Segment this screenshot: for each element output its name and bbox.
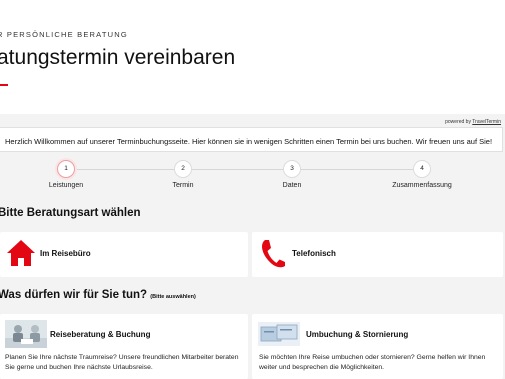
step-termin[interactable]: 2 Termin <box>143 160 223 189</box>
consultation-photo-icon <box>5 320 47 348</box>
service-description: Sie möchten Ihre Reise umbuchen oder sto… <box>259 354 486 371</box>
step-label: Daten <box>282 182 302 189</box>
step-label: Termin <box>172 182 194 189</box>
option-im-reisebuero[interactable]: Im Reisebüro <box>0 232 248 277</box>
step-number: 4 <box>413 160 431 178</box>
tickets-photo-icon <box>258 322 300 346</box>
step-leistungen[interactable]: 1 Leistungen <box>26 160 106 189</box>
page-title: atungstermin vereinbaren <box>0 46 236 69</box>
services-heading-text: Was dürfen wir für Sie tun? <box>0 289 148 301</box>
option-telefonisch[interactable]: Telefonisch <box>252 232 503 277</box>
powered-by-link[interactable]: TravelTermin <box>472 119 501 125</box>
services-hint: (Bitte auswählen) <box>150 294 196 300</box>
step-label: Zusammenfassung <box>392 182 452 189</box>
option-label: Im Reisebüro <box>40 249 91 258</box>
service-title: Reiseberatung & Buchung <box>50 330 151 339</box>
step-number: 3 <box>283 160 301 178</box>
progress-line <box>66 169 423 170</box>
house-icon <box>7 240 35 266</box>
step-daten[interactable]: 3 Daten <box>252 160 332 189</box>
powered-by: powered by TravelTermin <box>445 119 501 125</box>
powered-by-prefix: powered by <box>445 119 471 125</box>
step-zusammenfassung[interactable]: 4 Zusammenfassung <box>382 160 462 189</box>
service-reiseberatung[interactable]: Reiseberatung & Buchung Planen Sie Ihre … <box>0 314 248 379</box>
service-umbuchung[interactable]: Umbuchung & Stornierung Sie möchten Ihre… <box>252 314 503 379</box>
title-accent-line <box>0 84 8 86</box>
option-label: Telefonisch <box>292 249 336 258</box>
booking-widget: powered by TravelTermin Herzlich Willkom… <box>0 114 505 379</box>
progress-steps: 1 Leistungen 2 Termin 3 Daten 4 Zusammen… <box>0 160 505 194</box>
service-title: Umbuchung & Stornierung <box>306 330 409 339</box>
services-heading: Was dürfen wir für Sie tun? (Bitte auswä… <box>0 289 196 301</box>
step-number: 1 <box>57 160 75 178</box>
step-label: Leistungen <box>48 182 84 189</box>
page-eyebrow: R PERSÖNLICHE BERATUNG <box>0 30 128 39</box>
phone-icon <box>262 240 285 268</box>
step-number: 2 <box>174 160 192 178</box>
consult-type-heading: Bitte Beratungsart wählen <box>0 207 141 219</box>
service-description: Planen Sie Ihre nächste Traumreise? Unse… <box>5 354 239 371</box>
welcome-banner: Herzlich Willkommen auf unserer Terminbu… <box>0 127 503 152</box>
